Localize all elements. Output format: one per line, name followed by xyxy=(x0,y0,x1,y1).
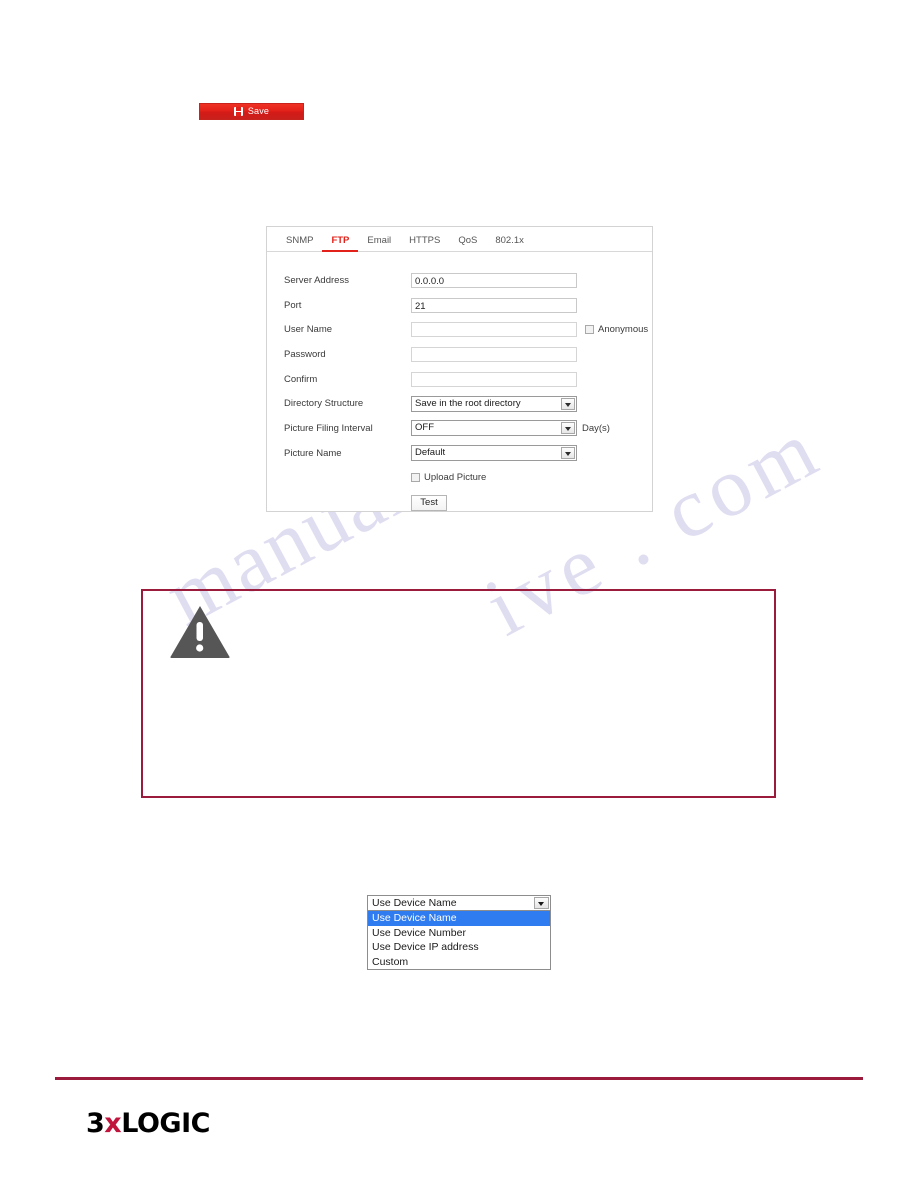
ftp-form: Server Address 0.0.0.0 Port 21 User Name… xyxy=(267,252,652,515)
port-input[interactable]: 21 xyxy=(411,297,577,313)
chevron-down-icon[interactable] xyxy=(534,897,549,909)
save-button-label: Save xyxy=(247,106,270,116)
user-name-label: User Name xyxy=(284,324,333,336)
row-upload-picture: Upload Picture xyxy=(267,466,652,491)
picture-filing-interval-unit: Day(s) xyxy=(582,422,610,434)
upload-picture-checkbox[interactable] xyxy=(411,473,420,483)
anonymous-checkbox[interactable] xyxy=(585,325,594,335)
picture-name-select[interactable]: Default xyxy=(411,445,577,462)
password-label: Password xyxy=(284,348,326,360)
user-name-input[interactable] xyxy=(411,322,577,338)
settings-tabbar: SNMP FTP Email HTTPS QoS 802.1x xyxy=(267,227,652,252)
tab-https[interactable]: HTTPS xyxy=(400,235,449,253)
picture-filing-interval-value: OFF xyxy=(415,422,434,434)
tab-ftp[interactable]: FTP xyxy=(322,235,359,252)
warning-triangle-icon xyxy=(170,606,230,658)
row-server-address: Server Address 0.0.0.0 xyxy=(267,268,652,293)
dropdown-option-use-device-name[interactable]: Use Device Name xyxy=(368,911,550,926)
ftp-settings-panel: SNMP FTP Email HTTPS QoS 802.1x Server A… xyxy=(266,226,653,512)
directory-structure-label: Directory Structure xyxy=(284,398,364,410)
row-port: Port 21 xyxy=(267,293,652,318)
server-address-label: Server Address xyxy=(284,274,349,286)
row-picture-filing-interval: Picture Filing Interval OFF Day(s) xyxy=(267,416,652,441)
anonymous-label: Anonymous xyxy=(598,324,649,336)
test-button[interactable]: Test xyxy=(411,494,447,511)
confirm-input[interactable] xyxy=(411,371,577,387)
server-address-input[interactable]: 0.0.0.0 xyxy=(411,272,577,288)
tab-snmp[interactable]: SNMP xyxy=(277,235,322,253)
picture-filing-interval-select[interactable]: OFF xyxy=(411,420,577,437)
chevron-down-icon[interactable] xyxy=(561,397,575,410)
picture-name-dropdown[interactable]: Use Device Name Use Device Name Use Devi… xyxy=(367,895,551,970)
logo-part-two: LOGIC xyxy=(121,1108,210,1139)
directory-structure-select[interactable]: Save in the root directory xyxy=(411,395,577,412)
row-test: Test xyxy=(267,490,652,515)
picture-name-dropdown-value: Use Device Name xyxy=(372,897,457,909)
tab-qos[interactable]: QoS xyxy=(449,235,486,253)
logo-part-one: 3 xyxy=(86,1108,105,1139)
dropdown-option-use-device-number[interactable]: Use Device Number xyxy=(368,926,550,941)
row-picture-name: Picture Name Default xyxy=(267,441,652,466)
confirm-label: Confirm xyxy=(284,373,318,385)
password-input[interactable] xyxy=(411,346,577,362)
picture-name-dropdown-list: Use Device Name Use Device Number Use De… xyxy=(367,911,551,970)
note-callout-box xyxy=(141,589,776,798)
logo-accent-x: x xyxy=(104,1108,122,1139)
row-directory-structure: Directory Structure Save in the root dir… xyxy=(267,391,652,416)
footer-divider xyxy=(55,1077,863,1080)
save-button[interactable]: Save xyxy=(199,103,304,120)
floppy-disk-icon xyxy=(233,107,243,116)
picture-name-dropdown-toggle[interactable]: Use Device Name xyxy=(367,895,551,911)
row-password: Password xyxy=(267,342,652,367)
picture-name-value: Default xyxy=(415,447,446,459)
row-user-name: User Name Anonymous xyxy=(267,317,652,342)
dropdown-option-custom[interactable]: Custom xyxy=(368,955,550,970)
picture-name-label: Picture Name xyxy=(284,447,342,459)
anonymous-checkbox-group[interactable]: Anonymous xyxy=(585,324,648,335)
chevron-down-icon[interactable] xyxy=(561,422,575,435)
tab-email[interactable]: Email xyxy=(358,235,400,253)
tab-802-1x[interactable]: 802.1x xyxy=(486,235,533,253)
row-confirm: Confirm xyxy=(267,367,652,392)
chevron-down-icon[interactable] xyxy=(561,447,575,460)
port-label: Port xyxy=(284,299,302,311)
brand-logo: 3xLOGIC xyxy=(86,1110,210,1137)
dropdown-option-use-device-ip-address[interactable]: Use Device IP address xyxy=(368,940,550,955)
picture-filing-interval-label: Picture Filing Interval xyxy=(284,422,373,434)
upload-picture-label: Upload Picture xyxy=(424,472,487,484)
directory-structure-value: Save in the root directory xyxy=(415,397,521,409)
